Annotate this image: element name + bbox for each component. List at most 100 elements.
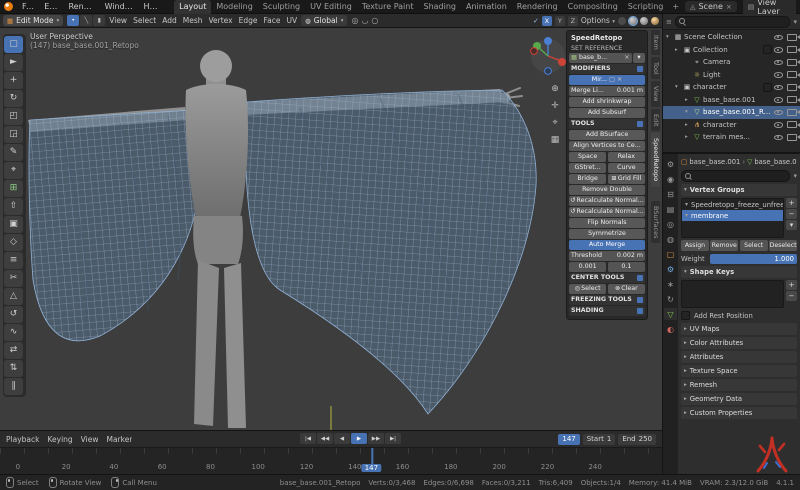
workspace-tab[interactable]: Compositing	[563, 0, 623, 14]
bridge-button[interactable]: Bridge	[569, 174, 606, 184]
viewport-menu[interactable]: Add	[162, 16, 177, 25]
expander-icon[interactable]: ▾	[675, 84, 681, 90]
outliner-display-mode-icon[interactable]: ≡	[666, 18, 672, 26]
particles-tab[interactable]: ∗	[664, 278, 677, 290]
gstretch-button[interactable]: GStret...	[569, 163, 606, 173]
mirror-z-toggle[interactable]: Z	[568, 16, 578, 26]
outliner-row[interactable]: ▸ ▽ base_base.001	[663, 94, 800, 107]
scale-tool[interactable]: ◰	[4, 108, 23, 125]
options-dropdown[interactable]: Options ▾	[581, 16, 615, 25]
sidebar-tab[interactable]: SpeedRetopo	[651, 133, 660, 186]
curve-button[interactable]: Curve	[608, 163, 645, 173]
shading-info-icon[interactable]	[637, 308, 643, 314]
symmetrize-button[interactable]: Symmetrize	[569, 229, 645, 239]
collection-checkbox[interactable]	[763, 83, 772, 92]
pan-icon[interactable]: ✛	[548, 101, 562, 111]
remove-vertex-group-button[interactable]: −	[786, 209, 797, 219]
workspace-tab[interactable]: Rendering	[512, 0, 563, 14]
scene-tab[interactable]: ◎	[664, 218, 677, 230]
collapsed-section-header[interactable]: ▸Attributes	[681, 351, 797, 363]
relax-button[interactable]: Relax	[608, 152, 645, 162]
breadcrumb-object[interactable]: base_base.001	[689, 158, 740, 166]
measure-tool[interactable]: ⌖	[4, 162, 23, 179]
camera-visibility-icon[interactable]	[787, 46, 797, 53]
merge-value-field[interactable]: 0.001	[569, 262, 606, 272]
sidebar-tab[interactable]: BSurfaces	[651, 201, 660, 244]
vertex-select-mode[interactable]: •	[67, 15, 79, 26]
view-layer-tab[interactable]: ▤	[664, 203, 677, 215]
workspace-tab[interactable]: Modeling	[211, 0, 257, 14]
modifiers-info-icon[interactable]	[637, 66, 643, 72]
workspace-tab[interactable]: Layout	[174, 0, 211, 14]
workspace-tab[interactable]: Texture Paint	[357, 0, 419, 14]
sidebar-tab[interactable]: Item	[651, 30, 660, 55]
sidebar-tab[interactable]: Edit	[651, 109, 660, 132]
smooth-tool[interactable]: ∿	[4, 324, 23, 341]
solid-shading-button[interactable]	[629, 17, 637, 25]
reference-object-field[interactable]: ▦base_b... ×	[569, 53, 632, 63]
outliner-row[interactable]: ▸ ▽ terrain mes...	[663, 131, 800, 144]
collection-checkbox[interactable]	[763, 45, 772, 54]
collapsed-section-header[interactable]: ▸Texture Space	[681, 365, 797, 377]
mirror-display-toggle-icon[interactable]: ▢	[609, 76, 615, 83]
eye-icon[interactable]	[774, 96, 783, 103]
object-data-tab[interactable]: ▽	[664, 308, 677, 320]
mirror-modifier-button[interactable]: Mir...▢×	[569, 75, 645, 85]
workspace-tab[interactable]: Shading	[418, 0, 461, 14]
outliner-row[interactable]: ▾ ▣ character	[663, 81, 800, 94]
ortho-toggle-icon[interactable]: ▦	[548, 135, 562, 145]
annotate-tool[interactable]: ✎	[4, 144, 23, 161]
remove-shape-key-button[interactable]: −	[786, 291, 797, 301]
remove-double-button[interactable]: Remove Double	[569, 185, 645, 195]
add-rest-position-checkbox[interactable]	[681, 311, 690, 320]
camera-visibility-icon[interactable]	[787, 109, 797, 116]
move-tool[interactable]: +	[4, 72, 23, 89]
tools-info-icon[interactable]	[637, 121, 643, 127]
modifiers-section-header[interactable]: MODIFIERS	[569, 64, 645, 74]
space-button[interactable]: Space	[569, 152, 606, 162]
outliner-row[interactable]: ⌖ Camera	[663, 56, 800, 69]
add-shrinkwrap-button[interactable]: Add shrinkwrap	[569, 97, 645, 107]
play-button[interactable]: ▶	[351, 433, 367, 444]
next-keyframe-button[interactable]: ▶▶	[368, 433, 384, 444]
center-select-button[interactable]: ◎Select	[569, 284, 606, 294]
frame-start-field[interactable]: Start1	[583, 434, 616, 445]
outliner-row[interactable]: ▾ ▦ Scene Collection	[663, 31, 800, 44]
speedretopo-panel-title[interactable]: SpeedRetopo	[569, 33, 645, 43]
eye-icon[interactable]	[774, 71, 783, 78]
physics-tab[interactable]: ↻	[664, 293, 677, 305]
expander-icon[interactable]: ▸	[685, 97, 691, 103]
outliner-row[interactable]: ☼ Light	[663, 69, 800, 82]
timeline-menu[interactable]: View	[81, 435, 99, 444]
bevel-tool[interactable]: ◇	[4, 234, 23, 251]
snap-magnet-icon[interactable]: ◡	[361, 16, 368, 25]
collapsed-section-header[interactable]: ▸UV Maps	[681, 323, 797, 335]
collapsed-section-header[interactable]: ▸Geometry Data	[681, 393, 797, 405]
add-vertex-group-button[interactable]: +	[786, 198, 797, 208]
camera-visibility-icon[interactable]	[787, 84, 797, 91]
tools-section-header[interactable]: TOOLS	[569, 119, 645, 129]
prev-keyframe-button[interactable]: ◀◀	[317, 433, 333, 444]
edge-select-mode[interactable]: ╲	[80, 15, 92, 26]
output-tab[interactable]: ⊟	[664, 188, 677, 200]
world-tab[interactable]: ◍	[664, 233, 677, 245]
align-vertices-button[interactable]: Align Vertices to Ce...	[569, 141, 645, 151]
vertex-group-action-button[interactable]: Select	[740, 240, 768, 251]
camera-visibility-icon[interactable]	[787, 134, 797, 141]
select-box-tool[interactable]: ▢	[4, 36, 23, 53]
transform-orientation-dropdown[interactable]: ◍ Global▾	[301, 15, 347, 26]
poly-build-tool[interactable]: △	[4, 288, 23, 305]
current-frame-field[interactable]: 147	[558, 434, 579, 445]
outliner-row[interactable]: ▸ ⋔ character	[663, 119, 800, 132]
vertex-group-action-button[interactable]: Assign	[681, 240, 709, 251]
viewport-menu[interactable]: Mesh	[183, 16, 203, 25]
outliner-row[interactable]: ▸ ▣ Collection	[663, 44, 800, 57]
collapsed-section-header[interactable]: ▸Custom Properties	[681, 407, 797, 419]
distance-value-field[interactable]: 0.1	[608, 262, 645, 272]
mirror-check-icon[interactable]: ✓	[533, 17, 539, 25]
inset-faces-tool[interactable]: ▣	[4, 216, 23, 233]
modifiers-tab[interactable]: ⚙	[664, 263, 677, 275]
tool-tab[interactable]: ⚙	[664, 158, 677, 170]
jump-to-end-button[interactable]: ▶|	[385, 433, 401, 444]
viewport-menu[interactable]: Face	[263, 16, 280, 25]
